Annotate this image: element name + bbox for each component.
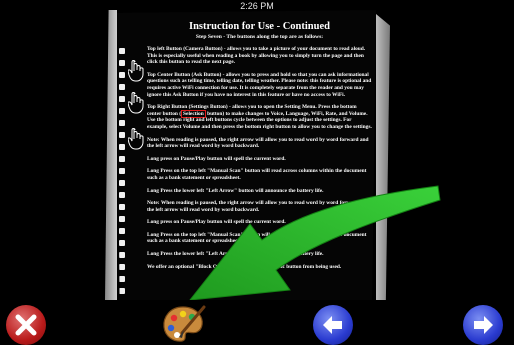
binding-hole <box>119 48 125 54</box>
binding-hole <box>119 72 125 78</box>
paragraph-camera-button: Top left Button (Camera Button) - allows… <box>147 46 366 66</box>
binding-hole <box>119 120 125 126</box>
paragraph-spell-2: Long press on Pause/Play button will spe… <box>147 219 286 226</box>
close-button[interactable] <box>6 305 46 345</box>
paragraph-manual-scan: Long Press on the top left "Manual Scan"… <box>147 168 367 181</box>
paragraph-note-2: Note: When reading is paused, the right … <box>147 200 369 213</box>
paragraph-battery-2: Long Press the lower left "Left Arrow" b… <box>147 251 324 258</box>
binding-hole <box>119 216 125 222</box>
paragraph-spell: Long press on Pause/Play button will spe… <box>147 155 286 162</box>
binding-hole <box>119 276 125 282</box>
spiral-binding <box>117 10 129 302</box>
binding-hole <box>119 96 125 102</box>
paragraph-ask-button: Top Center Button (Ask Button) - allows … <box>147 71 372 98</box>
binding-hole <box>119 264 125 270</box>
left-arrow-icon <box>323 316 342 334</box>
binding-hole <box>119 192 125 198</box>
document-title: Instruction for Use - Continued <box>189 21 330 32</box>
pointing-hand-icon <box>128 92 144 114</box>
binding-hole <box>119 228 125 234</box>
binding-hole <box>119 108 125 114</box>
paragraph-block-out: We offer an optional "Block Out" feature… <box>147 263 342 270</box>
binding-hole <box>119 240 125 246</box>
binding-hole <box>119 156 125 162</box>
page-edge-right <box>376 14 390 304</box>
paragraph-manual-scan-2: Long Press on the top left "Manual Scan"… <box>147 231 367 245</box>
pointing-hand-icon <box>128 128 144 150</box>
binding-hole <box>119 60 125 66</box>
document-page: Instruction for Use - Continued Step Sev… <box>117 10 376 302</box>
page-edge-left <box>105 10 117 300</box>
document-content: Instruction for Use - Continued Step Sev… <box>147 16 372 270</box>
binding-hole <box>119 252 125 258</box>
back-arrow-button[interactable] <box>313 305 353 345</box>
status-clock: 2:26 PM <box>240 1 274 11</box>
palette-button[interactable] <box>160 303 206 345</box>
binding-hole <box>119 84 125 90</box>
document-subtitle: Step Seven - The buttons along the top a… <box>195 34 324 40</box>
right-arrow-icon <box>474 316 493 334</box>
close-x-icon <box>15 314 37 336</box>
binding-hole <box>119 144 125 150</box>
binding-hole <box>119 180 125 186</box>
binding-hole <box>119 204 125 210</box>
paragraph-settings-button: Top Right Button (Settings Button) - all… <box>147 104 372 130</box>
binding-hole <box>119 132 125 138</box>
binding-hole <box>119 168 125 174</box>
paragraph-battery: Long Press the lower left "Left Arrow" b… <box>147 187 324 194</box>
pointing-hand-icon <box>128 60 144 82</box>
palette-icon <box>163 305 206 342</box>
paragraph-note: Note: When reading is paused, the right … <box>147 136 369 150</box>
bottom-toolbar <box>0 300 514 345</box>
forward-arrow-button[interactable] <box>463 305 503 345</box>
binding-hole <box>119 288 125 294</box>
